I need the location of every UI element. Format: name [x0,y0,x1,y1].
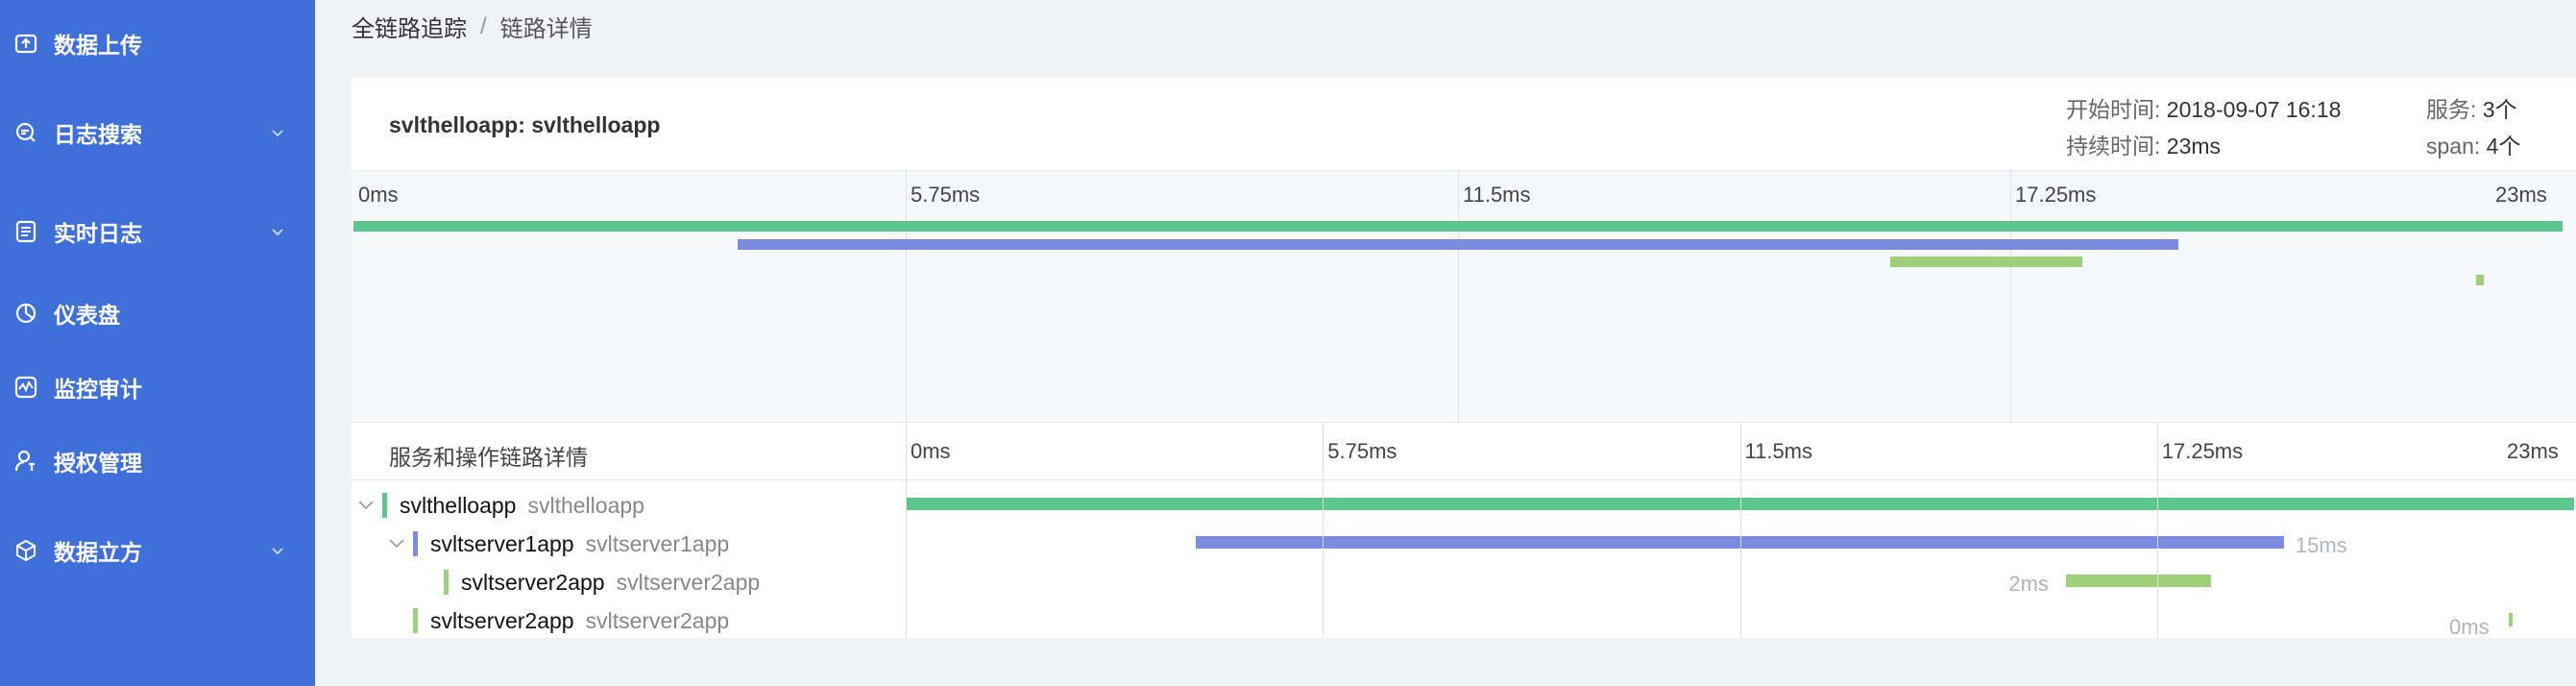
span-row[interactable]: svlthelloapp svlthelloapp [352,486,2576,525]
trace-card: svlthelloapp: svlthelloapp 开始时间: 2018-09… [352,78,2576,640]
detail-tick-label: 5.75ms [1327,439,1397,463]
span-color-marker [413,531,418,556]
sidebar-item-label: 授权管理 [54,451,142,476]
span-service: svlthelloapp [400,493,517,518]
log-search-icon [15,122,36,142]
overview-span-bar [2476,275,2484,285]
overview-tick-label: 17.25ms [2015,183,2097,207]
sidebar-item-label: 日志搜索 [54,122,142,147]
detail-gridline [906,423,907,638]
overview-span-bar [353,221,2563,232]
span-name: svlthelloapp svlthelloapp [400,493,644,519]
auth-icon [14,450,35,472]
services-value: 3个 [2482,97,2517,122]
span-color-marker [413,608,418,633]
sidebar-item-label: 数据上传 [54,33,142,58]
detail-header: 服务和操作链路详情 0ms 5.75ms 11.5ms 17.25ms 23ms [352,423,2576,480]
detail-gridline [1739,423,1741,638]
span-duration-label: 0ms [2449,615,2490,639]
span-count: span: 4个 [2426,128,2520,160]
overview-tick-label: 0ms [358,183,399,207]
span-row[interactable]: svltserver2app svltserver2app 2ms [352,563,2576,601]
trace-title: svlthelloapp: svlthelloapp [389,112,661,137]
span-bar[interactable] [2066,575,2212,587]
duration-value: 23ms [2166,134,2222,159]
services-label: 服务: [2426,97,2477,122]
span-value: 4个 [2486,134,2521,159]
chevron-down-icon [272,130,283,137]
realtime-log-icon [15,220,36,243]
sidebar-item-dashboard[interactable]: 仪表盘 [0,284,315,342]
breadcrumb-separator: / [480,12,487,39]
sidebar: 数据上传 日志搜索 实时日志 仪表盘 监控审计 授权管理 数据立方 [0,0,315,686]
detail-tick-label: 17.25ms [2161,439,2244,463]
span-name: svltserver2app svltserver2app [430,608,729,634]
span-service: svltserver1app [430,531,574,556]
chevron-down-icon[interactable] [357,496,375,513]
overview-gridline [906,171,907,424]
span-name: svltserver1app svltserver1app [430,531,729,557]
sidebar-item-label: 仪表盘 [54,303,120,328]
overview-span-bar [738,239,2178,250]
overview-gridline [2010,171,2011,424]
sidebar-item-label: 监控审计 [54,377,142,402]
detail-gridline [1323,423,1324,638]
sidebar-item-monitor[interactable]: 监控审计 [0,358,315,416]
sidebar-item-label: 数据立方 [54,540,142,565]
overview-tick-label: 11.5ms [1463,183,1531,207]
detail-title: 服务和操作链路详情 [389,445,588,470]
span-service: svltserver2app [430,608,574,633]
cube-icon [16,539,36,562]
sidebar-item-cube[interactable]: 数据立方 [0,522,315,579]
upload-icon [14,34,37,54]
span-row[interactable]: svltserver1app svltserver1app 15ms [352,525,2576,563]
detail-gridline [2156,423,2158,638]
span-operation: svltserver1app [585,531,730,556]
sidebar-item-log-search[interactable]: 日志搜索 [0,104,315,161]
span-color-marker [382,493,387,518]
dashboard-icon [15,303,36,324]
chevron-down-icon [272,548,283,555]
span-name: svltserver2app svltserver2app [461,570,760,596]
monitor-icon [14,376,37,399]
overview-tick-label: 5.75ms [911,183,981,207]
span-bar[interactable] [2509,613,2514,626]
detail-tick-label: 11.5ms [1744,439,1813,463]
services-count: 服务: 3个 [2426,91,2517,124]
span-service: svltserver2app [461,570,605,595]
span-duration-label: 2ms [2008,572,2049,596]
sidebar-item-label: 实时日志 [54,221,142,246]
trace-minimap[interactable]: 0ms 5.75ms 11.5ms 17.25ms 23ms [352,170,2576,424]
breadcrumb-root[interactable]: 全链路追踪 [352,10,467,43]
sidebar-item-auth[interactable]: 授权管理 [0,432,315,490]
breadcrumb-current: 链路详情 [499,16,593,42]
duration: 持续时间: 23ms [2066,128,2221,160]
chevron-down-icon [272,229,283,236]
detail-tick-label: 23ms [2507,439,2559,463]
sidebar-item-upload[interactable]: 数据上传 [0,14,315,72]
span-label: span: [2426,134,2481,159]
span-operation: svlthelloapp [527,493,644,518]
start-time: 开始时间: 2018-09-07 16:18 [2066,91,2341,124]
detail-tick-label: 0ms [911,439,951,463]
span-operation: svltserver2app [616,570,761,595]
breadcrumb: 全链路追踪 / 链路详情 [352,10,593,43]
span-color-marker [444,570,449,595]
start-time-value: 2018-09-07 16:18 [2166,97,2342,122]
duration-label: 持续时间: [2066,134,2161,159]
span-operation: svltserver2app [585,608,730,633]
sidebar-item-realtime-log[interactable]: 实时日志 [0,203,315,260]
overview-gridline [1458,171,1459,424]
start-time-label: 开始时间: [2066,97,2161,122]
span-duration-label: 15ms [2295,533,2347,557]
span-row[interactable]: svltserver2app svltserver2app 0ms [352,601,2576,640]
chevron-down-icon[interactable] [388,534,405,551]
overview-tick-label: 23ms [2495,183,2547,207]
overview-span-bar [1890,257,2082,267]
